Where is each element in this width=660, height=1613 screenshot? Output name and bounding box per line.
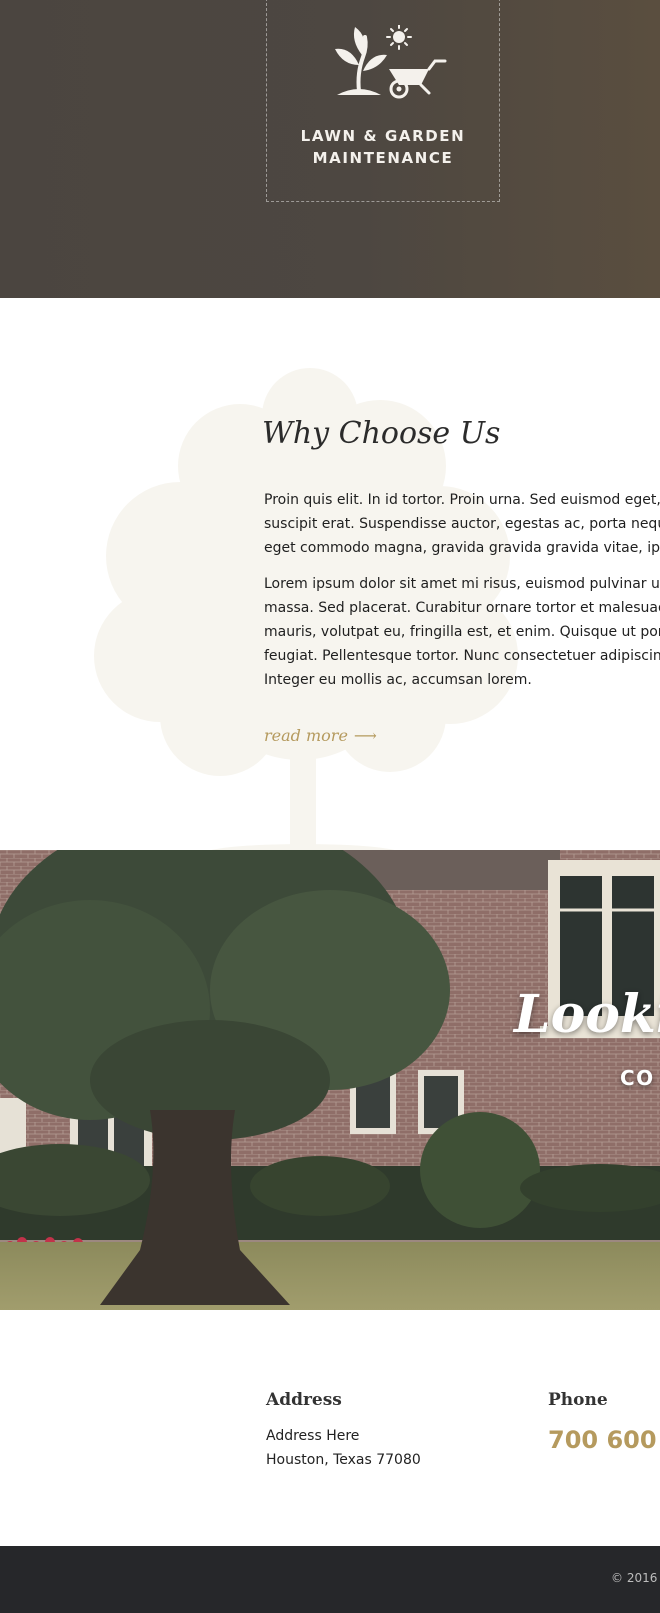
why-choose-us-section: Why Choose Us Proin quis elit. In id tor… [0,298,660,850]
banner-heading: Lookin [514,984,660,1045]
service-card-lawn-garden[interactable]: LAWN & GARDEN MAINTENANCE [266,0,500,202]
phone-title: Phone [548,1390,608,1410]
house-photo [0,850,660,1310]
hero-band: LAWN & GARDEN MAINTENANCE [0,0,660,298]
why-choose-us-title: Why Choose Us [262,416,501,451]
plant-wheelbarrow-sun-icon [335,25,447,99]
why-paragraph-2: Lorem ipsum dolor sit amet mi risus, eui… [264,576,660,688]
why-paragraph-1: Proin quis elit. In id tortor. Proin urn… [264,492,660,556]
contact-section: Address Address Here Houston, Texas 7708… [0,1310,660,1546]
banner-subheading: CO [620,1066,655,1090]
copyright-text: © 2016 H [611,1571,660,1585]
address-title: Address [266,1390,342,1410]
service-title: LAWN & GARDEN MAINTENANCE [300,127,466,167]
address-text: Address Here Houston, Texas 77080 [266,1428,421,1468]
footer: © 2016 H [0,1546,660,1613]
house-photo-banner: Lookin CO [0,850,660,1310]
read-more-label: read more [264,726,348,745]
phone-number-link[interactable]: 700 600 50 [548,1426,660,1454]
read-more-link[interactable]: read more ⟶ [264,726,377,745]
arrow-right-icon: ⟶ [353,726,377,745]
